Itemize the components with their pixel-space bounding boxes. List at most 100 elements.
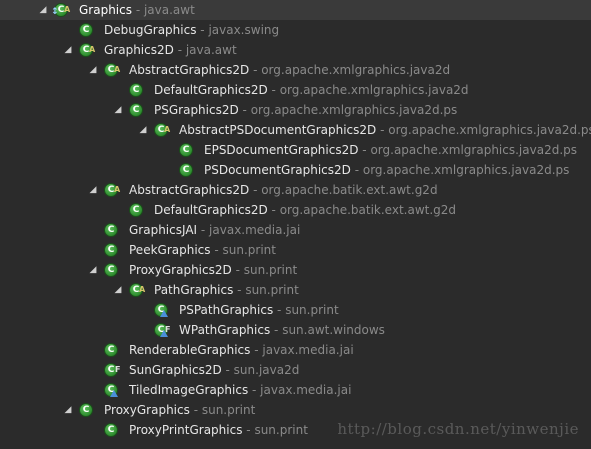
- collapse-arrow-icon[interactable]: ◢: [62, 400, 74, 420]
- class-icon: C: [104, 263, 118, 277]
- class-icon: C: [79, 23, 93, 37]
- class-icon: CA: [154, 123, 171, 137]
- tree-row-label: Graphics2D - java.awt: [104, 40, 237, 60]
- tree-row[interactable]: ◢ C A AbstractPSDocumentGraphics2D - org.ap…: [0, 120, 591, 140]
- tree-row-label: PSDocumentGraphics2D - org.apache.xmlgra…: [204, 160, 569, 180]
- separator: -: [270, 323, 283, 337]
- class-icon: C: [129, 83, 143, 97]
- tree-row[interactable]: C DebugGraphics - javax.swing: [0, 20, 591, 40]
- tree-row-label: ProxyPrintGraphics - sun.print: [129, 420, 308, 440]
- separator: -: [231, 263, 244, 277]
- tree-row-label: PathGraphics - sun.print: [154, 280, 299, 300]
- package-name: javax.media.jai: [260, 383, 352, 397]
- package-name: javax.media.jai: [262, 343, 354, 357]
- package-name: sun.print: [222, 243, 276, 257]
- tree-row[interactable]: C DefaultGraphics2D - org.apache.xmlgraph…: [0, 80, 591, 100]
- collapse-arrow-icon[interactable]: ◢: [87, 260, 99, 280]
- package-name: sun.print: [201, 403, 256, 417]
- focus-marker-icon: ↕: [51, 7, 59, 17]
- tree-row[interactable]: ◢ C PSGraphics2D - org.apache.xmlgraphics.…: [0, 100, 591, 120]
- collapse-arrow-icon[interactable]: ◢: [87, 60, 99, 80]
- tree-row-label: RenderableGraphics - javax.media.jai: [129, 340, 354, 360]
- tree-row[interactable]: C F WPathGraphics - sun.awt.windows: [0, 320, 591, 340]
- class-name: AbstractGraphics2D: [129, 63, 250, 77]
- class-c-glyph: C: [129, 83, 143, 97]
- tree-row[interactable]: ◢ C ProxyGraphics - sun.print: [0, 400, 591, 420]
- tree-row-label: DefaultGraphics2D - org.apache.batik.ext…: [154, 200, 456, 220]
- class-name: PathGraphics: [154, 283, 234, 297]
- separator: -: [242, 423, 255, 437]
- class-c-glyph: C: [179, 163, 193, 177]
- tree-row-label: DefaultGraphics2D - org.apache.xmlgraphi…: [154, 80, 469, 100]
- tree-row[interactable]: C PSDocumentGraphics2D - org.apache.xmlgr…: [0, 160, 591, 180]
- separator: -: [249, 183, 262, 197]
- collapse-arrow-icon[interactable]: ◢: [112, 280, 124, 300]
- separator: -: [189, 403, 202, 417]
- separator: -: [173, 43, 186, 57]
- abstract-modifier-icon: A: [114, 185, 121, 194]
- separator: -: [132, 3, 144, 17]
- tree-row[interactable]: C PeekGraphics - sun.print: [0, 240, 591, 260]
- class-name: AbstractGraphics2D: [129, 183, 250, 197]
- tree-row[interactable]: C RenderableGraphics - javax.media.jai: [0, 340, 591, 360]
- tree-row-label: WPathGraphics - sun.awt.windows: [179, 320, 385, 340]
- tree-row[interactable]: C TiledImageGraphics - javax.media.jai: [0, 380, 591, 400]
- tree-row-label: AbstractPSDocumentGraphics2D - org.apach…: [179, 120, 591, 140]
- abstract-modifier-icon: A: [164, 125, 171, 134]
- tree-row[interactable]: ◢ C A AbstractGraphics2D - org.apache.xmlgr…: [0, 60, 591, 80]
- tree-row[interactable]: C PSPathGraphics - sun.print: [0, 300, 591, 320]
- tree-row[interactable]: ◢ C A Graphics2D - java.awt: [0, 40, 591, 60]
- class-icon: C: [104, 223, 118, 237]
- class-c-glyph: C: [104, 423, 118, 437]
- tree-row[interactable]: ◢ C ↕ A Graphics - java.awt: [0, 0, 591, 20]
- collapse-arrow-icon[interactable]: ◢: [87, 180, 99, 200]
- class-name: Graphics: [79, 3, 132, 17]
- triangle-badge-icon: [110, 390, 118, 397]
- class-icon: C: [179, 143, 193, 157]
- package-name: org.apache.batik.ext.awt.g2d: [279, 203, 457, 217]
- separator: -: [267, 83, 280, 97]
- tree-row[interactable]: C DefaultGraphics2D - org.apache.batik.ex…: [0, 200, 591, 220]
- class-name: EPSDocumentGraphics2D: [204, 143, 359, 157]
- class-name: ProxyGraphics: [104, 403, 190, 417]
- class-c-glyph: C: [129, 103, 143, 117]
- class-icon: C: [104, 383, 118, 397]
- tree-row[interactable]: C F SunGraphics2D - sun.java2d: [0, 360, 591, 380]
- package-name: sun.print: [245, 283, 299, 297]
- separator: -: [197, 223, 210, 237]
- class-c-glyph: C: [104, 263, 118, 277]
- class-icon: C: [129, 203, 143, 217]
- collapse-arrow-icon[interactable]: ◢: [37, 0, 49, 20]
- tree-row-label: AbstractGraphics2D - org.apache.xmlgraph…: [129, 60, 450, 80]
- tree-row-label: PeekGraphics - sun.print: [129, 240, 276, 260]
- separator: -: [358, 143, 371, 157]
- collapse-arrow-icon[interactable]: ◢: [112, 100, 124, 120]
- class-icon: C: [104, 423, 118, 437]
- tree-row[interactable]: C EPSDocumentGraphics2D - org.apache.xmlg…: [0, 140, 591, 160]
- tree-row[interactable]: ◢ C A PathGraphics - sun.print: [0, 280, 591, 300]
- watermark: http://blog.csdn.net/yinwenjie: [337, 420, 579, 438]
- abstract-modifier-icon: A: [114, 65, 121, 74]
- collapse-arrow-icon[interactable]: ◢: [137, 120, 149, 140]
- separator: -: [233, 283, 246, 297]
- class-icon: C: [104, 343, 118, 357]
- tree-row-label: AbstractGraphics2D - org.apache.batik.ex…: [129, 180, 438, 200]
- tree-row-label: TiledImageGraphics - javax.media.jai: [129, 380, 351, 400]
- tree-row[interactable]: ◢ C ProxyGraphics2D - sun.print: [0, 260, 591, 280]
- class-c-glyph: C: [179, 143, 193, 157]
- tree-row-label: ProxyGraphics2D - sun.print: [129, 260, 297, 280]
- class-icon: C ↕ A: [51, 3, 71, 17]
- class-icon: C: [104, 243, 118, 257]
- tree-row[interactable]: C GraphicsJAI - javax.media.jai: [0, 220, 591, 240]
- separator: -: [210, 243, 223, 257]
- abstract-modifier-icon: A: [64, 5, 71, 14]
- triangle-badge-icon: [160, 310, 168, 317]
- separator: -: [196, 23, 209, 37]
- collapse-arrow-icon[interactable]: ◢: [62, 40, 74, 60]
- class-icon: CF: [104, 363, 120, 377]
- package-name: sun.print: [254, 423, 308, 437]
- separator: -: [249, 63, 262, 77]
- class-name: Graphics2D: [104, 43, 174, 57]
- class-icon: CF: [154, 323, 170, 337]
- tree-row[interactable]: ◢ C A AbstractGraphics2D - org.apache.batik…: [0, 180, 591, 200]
